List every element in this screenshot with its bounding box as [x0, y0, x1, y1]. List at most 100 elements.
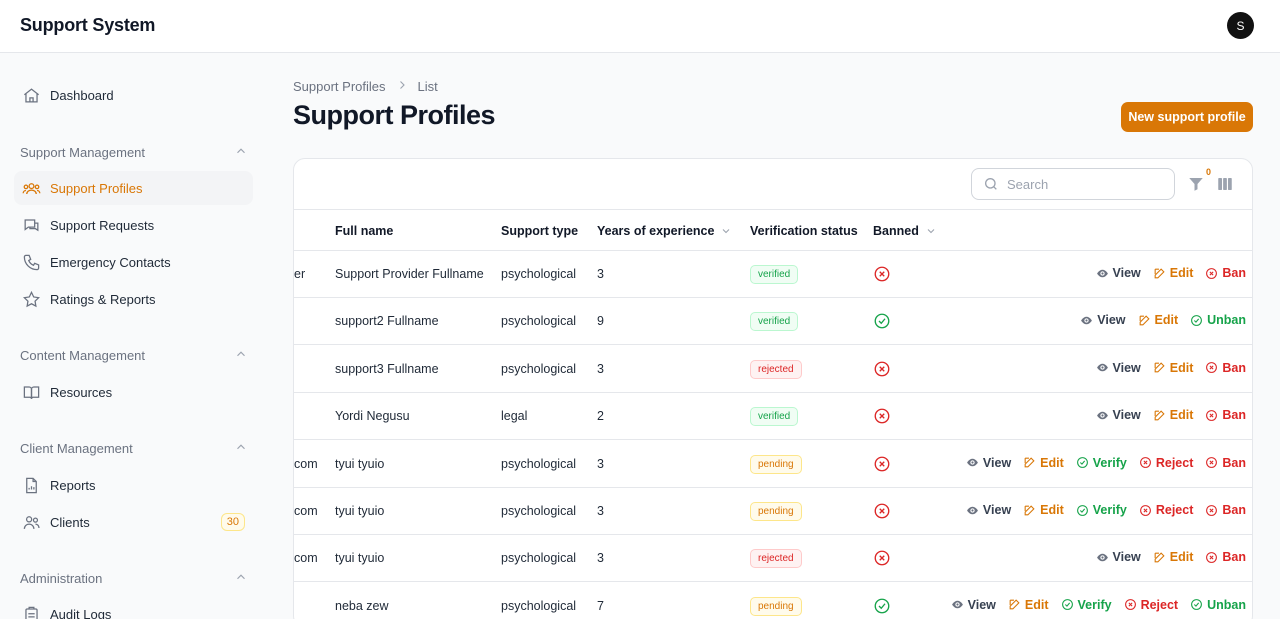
eye-icon — [1096, 361, 1109, 374]
pencil-square-icon — [1153, 361, 1166, 374]
app-title[interactable]: Support System — [20, 15, 155, 36]
eye-icon — [1096, 267, 1109, 280]
chevron-up-icon — [234, 440, 248, 457]
table-panel: Search 0 Full name Support type Years of… — [293, 158, 1253, 619]
table-row[interactable]: Yordi Negusu legal 2 verified View Edit Ban — [294, 393, 1252, 441]
view-action[interactable]: View — [1096, 266, 1141, 280]
sidebar-item-dashboard[interactable]: Dashboard — [14, 78, 253, 112]
full-name-cell: Support Provider Fullname — [335, 267, 484, 281]
sidebar-item-audit-logs[interactable]: Audit Logs — [14, 597, 253, 619]
view-action[interactable]: View — [1080, 313, 1126, 327]
book-icon — [21, 382, 41, 402]
column-banned[interactable]: Banned — [873, 224, 937, 238]
ban-action[interactable]: Ban — [1205, 503, 1246, 517]
sidebar-item-label: Ratings & Reports — [50, 291, 156, 307]
search-input[interactable]: Search — [971, 168, 1175, 200]
reject-action[interactable]: Reject — [1124, 598, 1178, 612]
column-support-type[interactable]: Support type — [501, 224, 578, 238]
view-action[interactable]: View — [1096, 361, 1141, 375]
row-actions: View Edit Verify Reject Unban — [951, 598, 1246, 612]
check-circle-icon — [1076, 456, 1089, 469]
breadcrumb-parent[interactable]: Support Profiles — [293, 79, 386, 94]
verify-action[interactable]: Verify — [1061, 598, 1112, 612]
ban-action[interactable]: Ban — [1205, 456, 1246, 470]
chevron-down-icon — [720, 225, 732, 237]
full-name-cell: support3 Fullname — [335, 361, 439, 376]
edit-action[interactable]: Edit — [1153, 408, 1193, 422]
unban-action[interactable]: Unban — [1190, 598, 1246, 612]
table-row[interactable]: support3 Fullname psychological 3 rejected V… — [294, 346, 1252, 393]
row-actions: View Edit Verify Reject Ban — [966, 456, 1246, 470]
table-row[interactable]: er Support Provider Fullname psychological… — [294, 251, 1252, 298]
full-name-cell: tyui tyuio — [335, 456, 385, 471]
view-action[interactable]: View — [966, 456, 1011, 470]
ban-action[interactable]: Ban — [1205, 550, 1246, 564]
column-years-of-experience[interactable]: Years of experience — [597, 224, 732, 238]
filter-icon[interactable] — [1187, 175, 1205, 193]
table-row[interactable]: com tyui tyuio psychological 3 pending View Ed… — [294, 441, 1252, 488]
sidebar-item-resources[interactable]: Resources — [14, 375, 253, 409]
ban-action[interactable]: Ban — [1205, 361, 1246, 375]
full-name-cell: support2 Fullname — [335, 314, 439, 329]
group-content-management[interactable]: Content Management — [20, 347, 248, 364]
group-administration[interactable]: Administration — [20, 570, 248, 587]
ban-action[interactable]: Ban — [1205, 408, 1246, 422]
sidebar-item-ratings-reports[interactable]: Ratings & Reports — [14, 282, 253, 316]
edit-action[interactable]: Edit — [1153, 550, 1193, 564]
edit-action[interactable]: Edit — [1023, 456, 1064, 470]
ban-action[interactable]: Ban — [1205, 266, 1246, 280]
years-cell: 2 — [597, 409, 604, 424]
verify-action[interactable]: Verify — [1076, 456, 1127, 470]
reject-action[interactable]: Reject — [1139, 456, 1193, 470]
row-actions: View Edit Ban — [1096, 361, 1246, 375]
column-full-name[interactable]: Full name — [335, 224, 393, 238]
user-avatar[interactable]: S — [1227, 12, 1254, 39]
table-row[interactable]: com tyui tyuio psychological 3 pending View Ed… — [294, 488, 1252, 535]
group-client-management[interactable]: Client Management — [20, 440, 248, 457]
full-name-cell: tyui tyuio — [335, 551, 385, 566]
verify-action[interactable]: Verify — [1076, 503, 1127, 517]
edit-action[interactable]: Edit — [1153, 361, 1193, 375]
sidebar-item-label: Clients — [50, 514, 90, 530]
x-circle-icon — [874, 456, 890, 472]
group-support-management[interactable]: Support Management — [20, 144, 248, 161]
chevron-down-icon — [925, 225, 937, 237]
x-circle-icon — [1205, 551, 1218, 564]
reject-action[interactable]: Reject — [1139, 503, 1193, 517]
check-circle-icon — [874, 598, 890, 614]
x-circle-icon — [874, 503, 890, 519]
years-cell: 9 — [597, 314, 604, 329]
sidebar-item-support-requests[interactable]: Support Requests — [14, 208, 253, 242]
edit-action[interactable]: Edit — [1023, 503, 1064, 517]
view-action[interactable]: View — [966, 503, 1011, 517]
filter-count-badge: 0 — [1206, 167, 1212, 177]
edit-action[interactable]: Edit — [1138, 313, 1178, 327]
email-cell: com — [294, 504, 318, 518]
support-type-cell: psychological — [501, 456, 577, 471]
sidebar-item-reports[interactable]: Reports — [14, 468, 253, 502]
sidebar-item-clients[interactable]: Clients 30 — [14, 505, 253, 539]
view-action[interactable]: View — [951, 598, 996, 612]
table-row[interactable]: neba zew psychological 7 pending View Edit Ver… — [294, 583, 1252, 619]
check-circle-icon — [1190, 598, 1203, 611]
sidebar-item-emergency-contacts[interactable]: Emergency Contacts — [14, 245, 253, 279]
x-circle-icon — [874, 408, 890, 424]
column-verification-status[interactable]: Verification status — [750, 224, 858, 238]
table-row[interactable]: com tyui tyuio psychological 3 rejected View E… — [294, 535, 1252, 583]
status-badge: rejected — [750, 549, 802, 569]
sidebar-item-support-profiles[interactable]: Support Profiles — [14, 171, 253, 205]
columns-icon[interactable] — [1216, 175, 1234, 193]
table-row[interactable]: support2 Fullname psychological 9 verified V… — [294, 298, 1252, 346]
unban-action[interactable]: Unban — [1190, 313, 1246, 327]
x-circle-icon — [874, 266, 890, 282]
years-cell: 3 — [597, 267, 604, 281]
view-action[interactable]: View — [1096, 408, 1141, 422]
search-icon — [983, 176, 1007, 192]
new-support-profile-button[interactable]: New support profile — [1121, 102, 1253, 132]
view-action[interactable]: View — [1096, 550, 1141, 564]
support-type-cell: psychological — [501, 504, 577, 518]
email-cell: com — [294, 551, 318, 566]
edit-action[interactable]: Edit — [1008, 598, 1049, 612]
clipboard-icon — [21, 604, 41, 619]
edit-action[interactable]: Edit — [1153, 266, 1193, 280]
